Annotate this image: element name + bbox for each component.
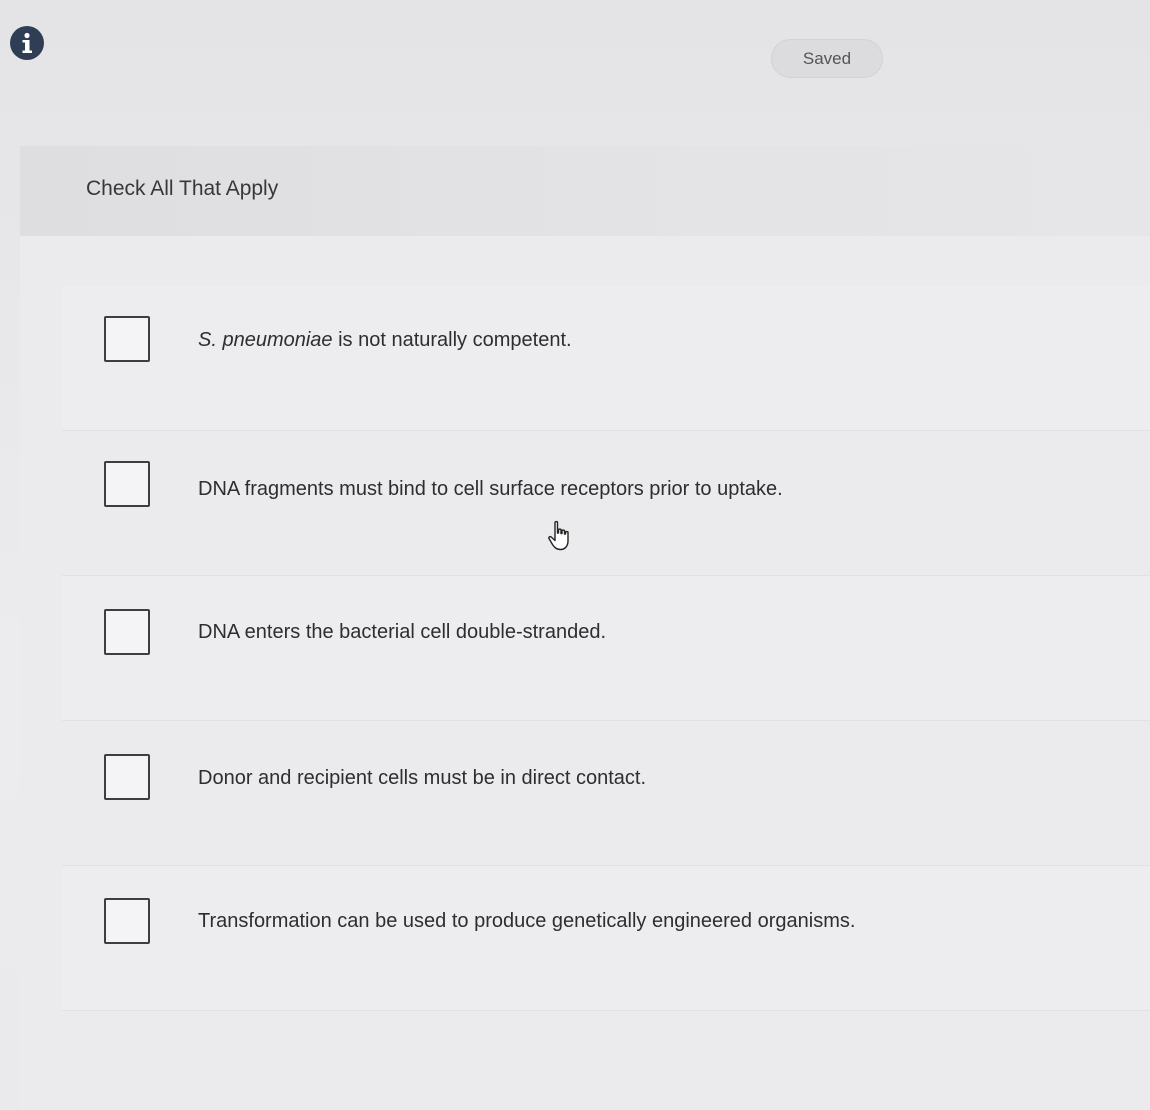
option-checkbox[interactable] [104,754,150,800]
answer-option[interactable]: DNA fragments must bind to cell surface … [62,431,1150,576]
option-label[interactable]: S. pneumoniae is not naturally competent… [198,329,572,352]
option-checkbox[interactable] [104,316,150,362]
option-label-text: is not naturally competent. [332,329,572,351]
option-checkbox[interactable] [104,898,150,944]
option-checkbox[interactable] [104,609,150,655]
top-bar: Saved [0,0,1150,110]
instruction-bar: Check All That Apply [20,146,1150,236]
answer-option[interactable]: DNA enters the bacterial cell double-str… [62,576,1150,721]
info-icon[interactable] [10,26,44,60]
instruction-text: Check All That Apply [86,177,279,200]
answer-option[interactable]: S. pneumoniae is not naturally competent… [62,286,1150,431]
answer-options: S. pneumoniae is not naturally competent… [62,286,1150,1011]
answer-option[interactable]: Donor and recipient cells must be in dir… [62,721,1150,866]
option-label[interactable]: Transformation can be used to produce ge… [198,910,855,933]
option-label[interactable]: DNA enters the bacterial cell double-str… [198,621,606,644]
save-status-badge: Saved [771,39,883,78]
option-label[interactable]: Donor and recipient cells must be in dir… [198,767,646,790]
option-label[interactable]: DNA fragments must bind to cell surface … [198,478,783,501]
answer-option[interactable]: Transformation can be used to produce ge… [62,866,1150,1011]
option-label-italic: S. pneumoniae [198,329,333,351]
option-checkbox[interactable] [104,461,150,507]
question-card: Check All That Apply S. pneumoniae is no… [20,146,1150,1110]
hand-pointer-icon [548,520,569,551]
info-glyph [22,32,32,53]
